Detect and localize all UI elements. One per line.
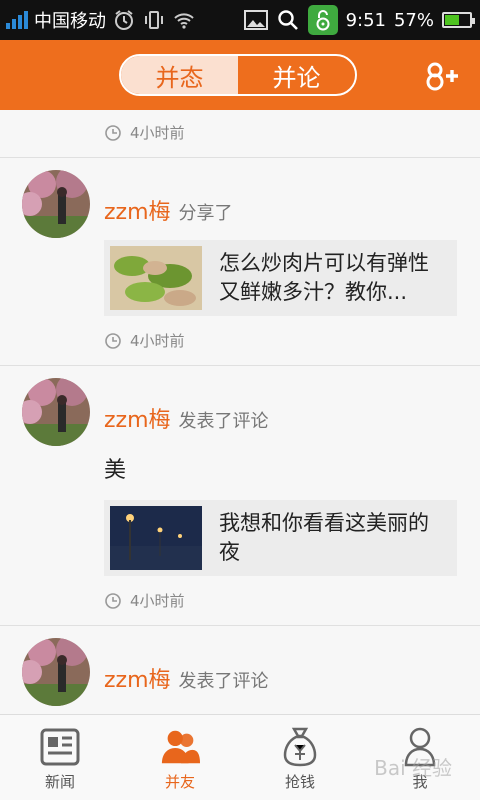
action-text: 分享了 bbox=[178, 203, 233, 224]
action-text: 发表了评论 bbox=[178, 671, 269, 692]
article-thumbnail bbox=[110, 506, 202, 570]
feed-item[interactable]: zzm梅 分享了 怎么炒肉片可以有弹性又鲜嫩多汁？教你... 4小时前 bbox=[0, 158, 480, 365]
avatar[interactable] bbox=[22, 378, 90, 446]
image-icon bbox=[243, 8, 268, 32]
username[interactable]: zzm梅 bbox=[104, 662, 171, 694]
add-friend-icon bbox=[426, 62, 458, 91]
signal-icon bbox=[6, 11, 28, 29]
tab-discussion[interactable]: 并论 bbox=[238, 56, 355, 94]
money-bag-icon bbox=[280, 727, 320, 767]
segmented-tabs: 并态 并论 bbox=[119, 54, 357, 96]
alarm-icon bbox=[112, 8, 136, 32]
timestamp: 4小时前 bbox=[130, 592, 185, 610]
app-header: 并态 并论 bbox=[0, 40, 480, 110]
nav-friends[interactable]: 并友 bbox=[120, 715, 240, 800]
article-title: 我想和你看看这美丽的夜 bbox=[219, 511, 429, 564]
battery-percent: 57% bbox=[393, 9, 434, 31]
shared-article-card[interactable]: 我想和你看看这美丽的夜 bbox=[104, 500, 457, 576]
nav-money[interactable]: 抢钱 bbox=[240, 715, 360, 800]
nav-label: 并友 bbox=[164, 773, 195, 791]
add-friend-button[interactable] bbox=[424, 58, 460, 94]
activity-feed[interactable]: 4小时前 zzm梅 分享了 怎么炒肉片可以有弹性又鲜嫩多汁？教你... 4小时前… bbox=[0, 110, 480, 714]
username[interactable]: zzm梅 bbox=[104, 402, 171, 434]
feed-item[interactable]: zzm梅 发表了评论 bbox=[0, 626, 480, 714]
tab-feed[interactable]: 并态 bbox=[121, 56, 238, 94]
nav-label: 抢钱 bbox=[284, 773, 315, 791]
avatar[interactable] bbox=[22, 638, 90, 706]
timestamp: 4小时前 bbox=[130, 332, 185, 350]
carrier-label: 中国移动 bbox=[34, 11, 106, 32]
shared-article-card[interactable]: 怎么炒肉片可以有弹性又鲜嫩多汁？教你... bbox=[104, 240, 457, 316]
nav-label: 新闻 bbox=[44, 773, 75, 791]
comment-text: 美 bbox=[104, 458, 127, 483]
feed-item[interactable]: zzm梅 发表了评论 美 我想和你看看这美丽的夜 4小时前 bbox=[0, 366, 480, 625]
clock-icon bbox=[105, 592, 121, 609]
avatar[interactable] bbox=[22, 170, 90, 238]
status-bar: 中国移动 9:51 57% bbox=[0, 0, 480, 40]
timestamp-row: 4小时前 bbox=[0, 330, 185, 351]
battery-icon bbox=[442, 12, 475, 28]
article-title: 怎么炒肉片可以有弹性又鲜嫩多汁？教你... bbox=[219, 251, 429, 304]
user-line: zzm梅 发表了评论 bbox=[104, 662, 269, 694]
wifi-icon bbox=[172, 8, 196, 32]
clock-time: 9:51 bbox=[345, 9, 386, 31]
nav-news[interactable]: 新闻 bbox=[0, 715, 120, 800]
clock-icon bbox=[105, 332, 121, 349]
friends-icon bbox=[160, 727, 200, 767]
timestamp-row: 4小时前 bbox=[0, 122, 185, 143]
article-thumbnail bbox=[110, 246, 202, 310]
username[interactable]: zzm梅 bbox=[104, 194, 171, 226]
news-icon bbox=[40, 727, 80, 767]
user-line: zzm梅 发表了评论 bbox=[104, 402, 269, 434]
vibrate-icon bbox=[142, 8, 166, 32]
user-line: zzm梅 分享了 bbox=[104, 194, 233, 226]
unlock-icon bbox=[307, 5, 338, 35]
search-icon bbox=[276, 8, 300, 32]
timestamp: 4小时前 bbox=[130, 124, 185, 142]
watermark: Bai 经验 bbox=[374, 756, 452, 780]
action-text: 发表了评论 bbox=[178, 411, 269, 432]
timestamp-row: 4小时前 bbox=[0, 590, 185, 611]
clock-icon bbox=[105, 124, 121, 141]
